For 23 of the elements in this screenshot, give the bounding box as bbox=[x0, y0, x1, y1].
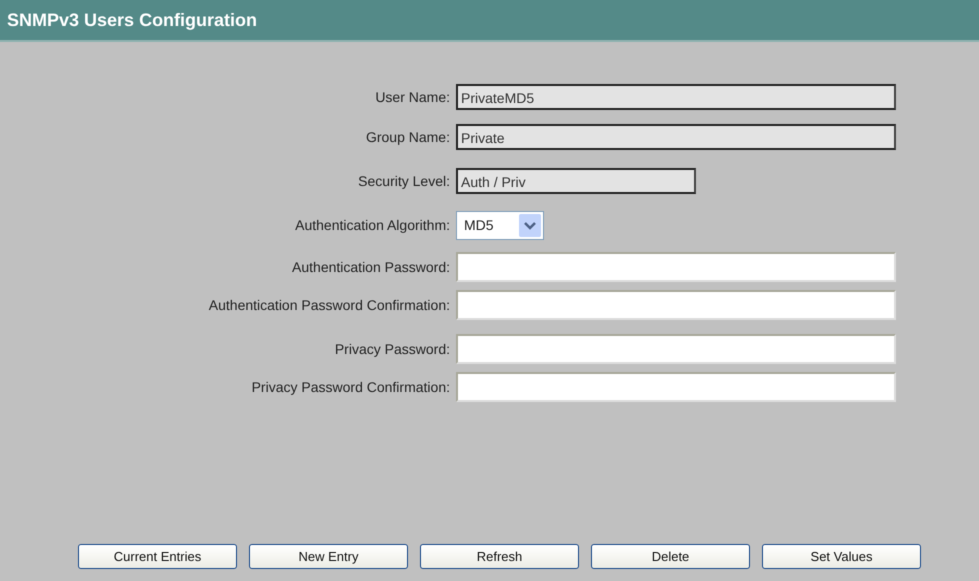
read-only-field: Private bbox=[456, 124, 896, 150]
read-only-field: Auth / Priv bbox=[456, 168, 696, 194]
chevron-down-icon bbox=[519, 214, 541, 236]
password-field[interactable] bbox=[456, 252, 896, 282]
algorithm-dropdown[interactable]: MD5 bbox=[456, 210, 544, 240]
action-button[interactable]: Refresh bbox=[420, 544, 579, 569]
field-label: Authentication Algorithm: bbox=[295, 216, 450, 235]
password-field[interactable] bbox=[456, 334, 896, 364]
action-button[interactable]: Current Entries bbox=[78, 544, 237, 569]
field-label: Security Level: bbox=[358, 172, 450, 191]
field-label: Privacy Password: bbox=[334, 340, 450, 359]
field-label: Authentication Password: bbox=[292, 258, 450, 277]
action-button[interactable]: New Entry bbox=[249, 544, 408, 569]
password-field[interactable] bbox=[456, 372, 896, 402]
field-label: Group Name: bbox=[366, 128, 450, 147]
field-label: Privacy Password Confirmation: bbox=[252, 378, 450, 397]
field-label: Authentication Password Confirmation: bbox=[208, 296, 450, 315]
page-title: SNMPv3 Users Configuration bbox=[7, 10, 258, 30]
password-field[interactable] bbox=[456, 290, 896, 320]
field-label: User Name: bbox=[375, 88, 450, 107]
read-only-field: PrivateMD5 bbox=[456, 84, 896, 110]
action-button[interactable]: Delete bbox=[591, 544, 750, 569]
action-button[interactable]: Set Values bbox=[762, 544, 921, 569]
